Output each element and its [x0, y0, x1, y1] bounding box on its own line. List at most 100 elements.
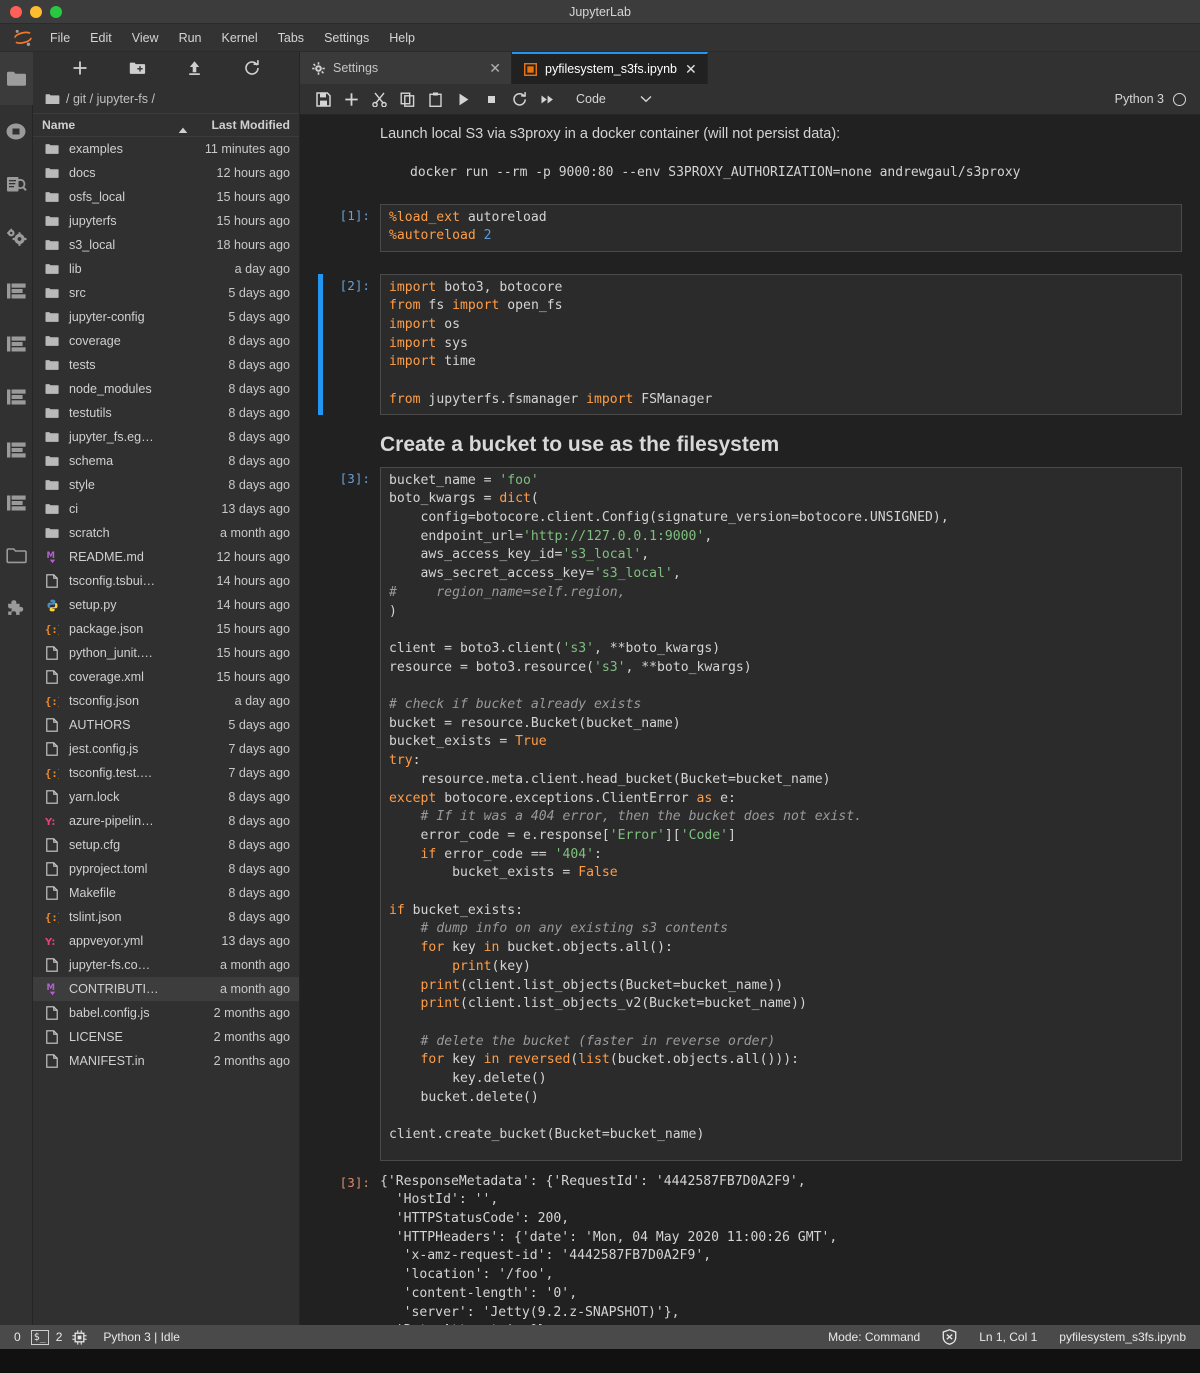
- close-window-button[interactable]: [10, 5, 22, 18]
- cell-type-dropdown[interactable]: Code: [576, 92, 652, 106]
- file-list-item[interactable]: Makefile 8 days ago: [33, 881, 299, 905]
- new-folder-button[interactable]: [124, 55, 150, 81]
- file-list-item[interactable]: coverage 8 days ago: [33, 329, 299, 353]
- window-controls[interactable]: [0, 5, 62, 18]
- file-list-item[interactable]: setup.cfg 8 days ago: [33, 833, 299, 857]
- markdown-cell[interactable]: Launch local S3 via s3proxy in a docker …: [318, 115, 1200, 198]
- file-list-item[interactable]: yarn.lock 8 days ago: [33, 785, 299, 809]
- insert-cell-button[interactable]: [338, 86, 364, 112]
- file-list-item[interactable]: Y: azure-pipelin… 8 days ago: [33, 809, 299, 833]
- menu-view[interactable]: View: [122, 27, 169, 49]
- file-list-item[interactable]: AUTHORS 5 days ago: [33, 713, 299, 737]
- tab-notebook[interactable]: pyfilesystem_s3fs.ipynb ✕: [512, 52, 708, 84]
- code-cell-3-output[interactable]: [3]: {'ResponseMetadata': {'RequestId': …: [318, 1171, 1200, 1325]
- file-list-item[interactable]: python_junit.… 15 hours ago: [33, 641, 299, 665]
- file-list-item[interactable]: src 5 days ago: [33, 281, 299, 305]
- file-list-item[interactable]: jupyter-config 5 days ago: [33, 305, 299, 329]
- minimize-window-button[interactable]: [30, 5, 42, 18]
- breadcrumb[interactable]: / git / jupyter-fs /: [33, 84, 299, 113]
- file-list-item[interactable]: lib a day ago: [33, 257, 299, 281]
- file-list-item[interactable]: M CONTRIBUTI… a month ago: [33, 977, 299, 1001]
- menu-settings[interactable]: Settings: [314, 27, 379, 49]
- close-icon[interactable]: ✕: [685, 62, 697, 76]
- run-cell-button[interactable]: [450, 86, 476, 112]
- sidebar-item-command-palette[interactable]: [0, 158, 33, 211]
- paste-cell-button[interactable]: [422, 86, 448, 112]
- status-kernel-status[interactable]: Python 3 | Idle: [103, 1330, 180, 1344]
- file-list-item[interactable]: {:} tslint.json 8 days ago: [33, 905, 299, 929]
- tab-settings[interactable]: Settings ✕: [300, 52, 512, 84]
- file-list-item[interactable]: MANIFEST.in 2 months ago: [33, 1049, 299, 1073]
- file-list-item[interactable]: s3_local 18 hours ago: [33, 233, 299, 257]
- file-list-item[interactable]: examples 11 minutes ago: [33, 137, 299, 161]
- file-list-item[interactable]: babel.config.js 2 months ago: [33, 1001, 299, 1025]
- status-cursor-position[interactable]: Ln 1, Col 1: [979, 1330, 1037, 1344]
- file-list-item[interactable]: M README.md 12 hours ago: [33, 545, 299, 569]
- file-list-item[interactable]: LICENSE 2 months ago: [33, 1025, 299, 1049]
- save-button[interactable]: [310, 86, 336, 112]
- sidebar-item-running-terminals[interactable]: [0, 105, 33, 158]
- file-list-item[interactable]: tsconfig.tsbui… 14 hours ago: [33, 569, 299, 593]
- file-list-item[interactable]: jupyter_fs.eg… 8 days ago: [33, 425, 299, 449]
- sidebar-item-toc-4[interactable]: [0, 423, 33, 476]
- refresh-button[interactable]: [239, 55, 265, 81]
- upload-button[interactable]: [182, 55, 208, 81]
- status-terminals[interactable]: $_ 2: [30, 1329, 62, 1345]
- file-list-item[interactable]: scratch a month ago: [33, 521, 299, 545]
- code-editor-1[interactable]: %load_ext autoreload %autoreload 2: [380, 203, 1182, 252]
- menu-file[interactable]: File: [40, 27, 80, 49]
- code-editor-2[interactable]: import boto3, botocore from fs import op…: [380, 273, 1182, 415]
- cut-cell-button[interactable]: [366, 86, 392, 112]
- file-list-item[interactable]: jest.config.js 7 days ago: [33, 737, 299, 761]
- kernel-status-area[interactable]: Python 3: [1115, 92, 1200, 106]
- sidebar-item-extension-manager[interactable]: [0, 582, 33, 635]
- sidebar-item-toc-3[interactable]: [0, 370, 33, 423]
- column-header-name[interactable]: Name: [33, 118, 172, 132]
- file-list-item[interactable]: osfs_local 15 hours ago: [33, 185, 299, 209]
- restart-run-all-button[interactable]: [534, 86, 560, 112]
- interrupt-kernel-button[interactable]: [478, 86, 504, 112]
- sidebar-item-folder-outline[interactable]: [0, 529, 33, 582]
- status-mode[interactable]: Mode: Command: [828, 1330, 920, 1344]
- status-kernel-indicator[interactable]: [72, 1329, 88, 1345]
- file-list-item[interactable]: jupyter-fs.co… a month ago: [33, 953, 299, 977]
- file-list-item[interactable]: {:} tsconfig.json a day ago: [33, 689, 299, 713]
- file-list-item[interactable]: coverage.xml 15 hours ago: [33, 665, 299, 689]
- copy-cell-button[interactable]: [394, 86, 420, 112]
- file-list-item[interactable]: pyproject.toml 8 days ago: [33, 857, 299, 881]
- restart-kernel-button[interactable]: [506, 86, 532, 112]
- file-list-item[interactable]: jupyterfs 15 hours ago: [33, 209, 299, 233]
- file-list-item[interactable]: {:} package.json 15 hours ago: [33, 617, 299, 641]
- new-launcher-button[interactable]: [67, 55, 93, 81]
- sidebar-item-file-browser[interactable]: [0, 52, 33, 105]
- code-cell-1[interactable]: [1]: %load_ext autoreload %autoreload 2: [318, 203, 1200, 252]
- sidebar-item-toc-2[interactable]: [0, 317, 33, 370]
- menu-run[interactable]: Run: [169, 27, 212, 49]
- sidebar-item-toc-5[interactable]: [0, 476, 33, 529]
- file-list-item[interactable]: style 8 days ago: [33, 473, 299, 497]
- code-cell-2[interactable]: [2]: import boto3, botocore from fs impo…: [318, 273, 1200, 415]
- file-list-item[interactable]: setup.py 14 hours ago: [33, 593, 299, 617]
- file-list-item[interactable]: node_modules 8 days ago: [33, 377, 299, 401]
- file-list-item[interactable]: Y: appveyor.yml 13 days ago: [33, 929, 299, 953]
- file-list-item[interactable]: tests 8 days ago: [33, 353, 299, 377]
- status-kernel-count[interactable]: 0: [14, 1330, 21, 1344]
- file-list-item[interactable]: schema 8 days ago: [33, 449, 299, 473]
- close-icon[interactable]: ✕: [489, 61, 501, 75]
- menu-tabs[interactable]: Tabs: [268, 27, 314, 49]
- menu-kernel[interactable]: Kernel: [212, 27, 268, 49]
- file-list-item[interactable]: docs 12 hours ago: [33, 161, 299, 185]
- breadcrumb-path[interactable]: / git / jupyter-fs /: [66, 92, 155, 106]
- file-list-item[interactable]: testutils 8 days ago: [33, 401, 299, 425]
- sidebar-item-toc-1[interactable]: [0, 264, 33, 317]
- code-editor-3[interactable]: bucket_name = 'foo' boto_kwargs = dict( …: [380, 466, 1182, 1161]
- code-cell-3[interactable]: [3]: bucket_name = 'foo' boto_kwargs = d…: [318, 466, 1200, 1161]
- status-filename[interactable]: pyfilesystem_s3fs.ipynb: [1059, 1330, 1186, 1344]
- file-list[interactable]: examples 11 minutes ago docs 12 hours ago os…: [33, 137, 299, 1325]
- notebook-content[interactable]: Launch local S3 via s3proxy in a docker …: [300, 115, 1200, 1325]
- menu-help[interactable]: Help: [379, 27, 425, 49]
- maximize-window-button[interactable]: [50, 5, 62, 18]
- menu-edit[interactable]: Edit: [80, 27, 122, 49]
- status-trust[interactable]: [942, 1329, 957, 1345]
- sidebar-item-property-inspector[interactable]: [0, 211, 33, 264]
